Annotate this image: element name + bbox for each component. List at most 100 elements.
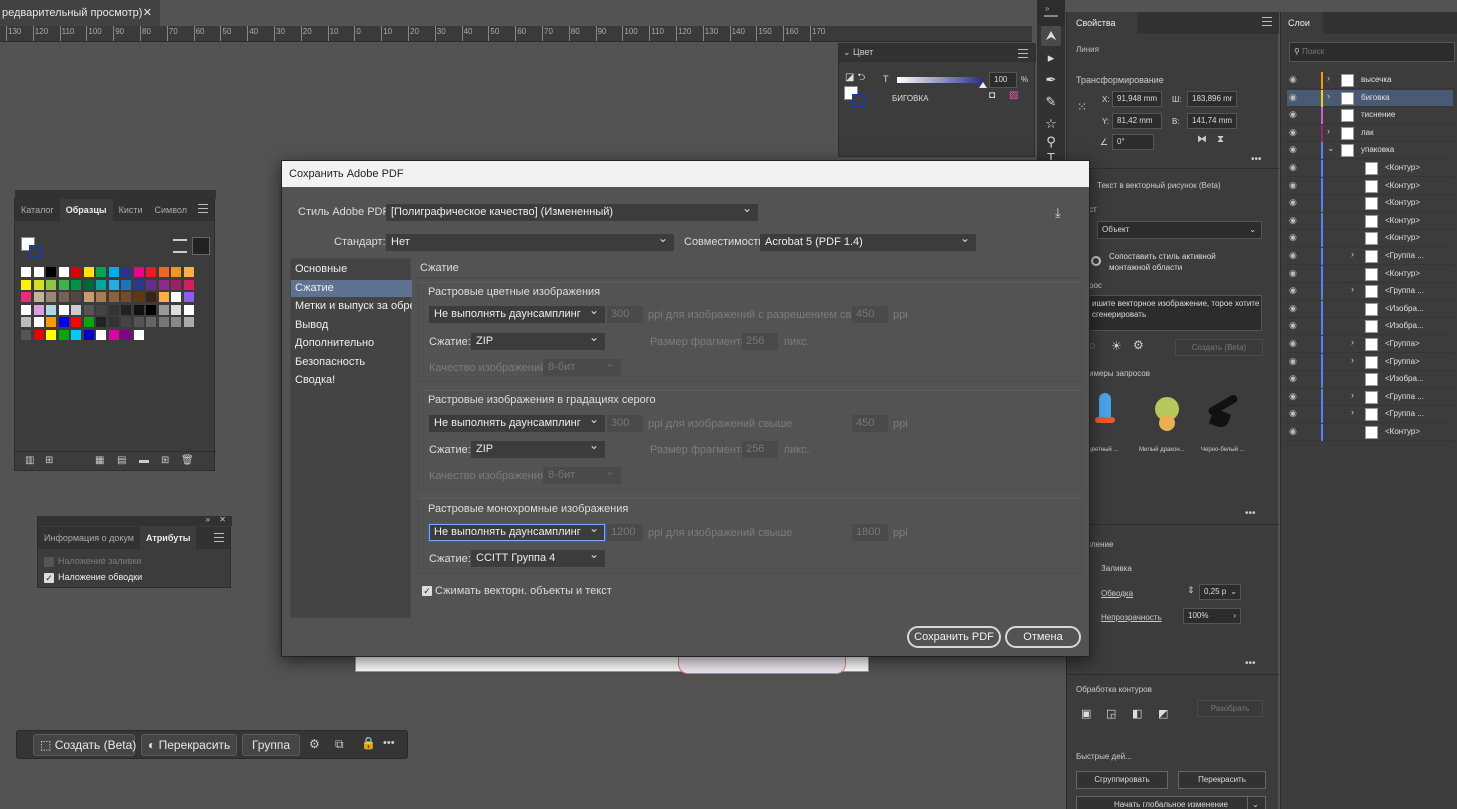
- visibility-eye-icon[interactable]: ◉: [1289, 373, 1297, 384]
- mono-ppi-field[interactable]: 1200: [607, 524, 643, 541]
- example-dragon-image[interactable]: [1147, 387, 1187, 435]
- swatch-chip[interactable]: [171, 304, 181, 315]
- example-bird-image[interactable]: [1201, 389, 1245, 433]
- stroke-stepper-icon[interactable]: ⇕: [1187, 585, 1195, 596]
- swatch-chip[interactable]: [171, 279, 181, 290]
- compatibility-select[interactable]: Acrobat 5 (PDF 1.4): [760, 234, 976, 251]
- fill-stroke-icon[interactable]: [21, 237, 43, 259]
- swatch-chip[interactable]: [58, 267, 69, 277]
- swatch-chip[interactable]: [108, 317, 119, 327]
- tint-slider[interactable]: [897, 77, 983, 83]
- swatch-chip[interactable]: [158, 304, 169, 315]
- color-ppi-field[interactable]: 300: [607, 306, 643, 323]
- swatch-chip[interactable]: [121, 329, 131, 340]
- more-options-icon[interactable]: •••: [1245, 508, 1256, 519]
- panel-menu-icon[interactable]: [198, 204, 208, 213]
- height-field[interactable]: 141,74 mm: [1187, 113, 1237, 129]
- expand-button[interactable]: Разобрать: [1197, 700, 1263, 717]
- opacity-field[interactable]: 100% ›: [1183, 608, 1241, 624]
- layer-row[interactable]: ◉ <Контур>: [1287, 212, 1453, 230]
- swatch-chip[interactable]: [121, 292, 131, 302]
- layer-row[interactable]: ◉ › <Группа ...: [1287, 283, 1453, 301]
- swatch-chip[interactable]: [171, 317, 181, 327]
- prompt-input[interactable]: ишите векторное изображение, торое хотит…: [1089, 295, 1262, 331]
- swatch-chip[interactable]: [58, 329, 69, 340]
- color-tile-field[interactable]: 256: [742, 333, 778, 350]
- swatch-chip[interactable]: [58, 317, 69, 327]
- document-tab[interactable]: редварительный просмотр) ✕: [0, 0, 160, 26]
- swatch-chip[interactable]: [46, 267, 56, 277]
- layer-row[interactable]: ◉ › лак: [1287, 124, 1453, 142]
- out-of-gamut-icon[interactable]: ◘: [989, 90, 995, 101]
- swatch-chip[interactable]: [33, 292, 44, 302]
- swatch-chip[interactable]: [46, 292, 56, 302]
- color-ppi-above-field[interactable]: 450: [852, 306, 888, 323]
- swatch-chip[interactable]: [71, 317, 81, 327]
- visibility-eye-icon[interactable]: ◉: [1289, 232, 1297, 243]
- match-style-radio[interactable]: [1091, 256, 1101, 266]
- swatch-kind-icon[interactable]: ⊞: [45, 455, 53, 466]
- swatch-chip[interactable]: [83, 304, 94, 315]
- settings-gear-icon[interactable]: ⚙: [309, 737, 320, 751]
- flip-horizontal-icon[interactable]: ⧓: [1197, 134, 1207, 145]
- swatch-chip[interactable]: [183, 279, 194, 290]
- swatches-tab[interactable]: Кисти: [113, 199, 149, 221]
- chevron-right-icon[interactable]: ›: [1327, 91, 1330, 101]
- collapse-icon[interactable]: »: [206, 515, 210, 524]
- color-quality-select[interactable]: 8-бит: [543, 359, 621, 376]
- layer-row[interactable]: ◉ <Контур>: [1287, 195, 1453, 213]
- color-compression-select[interactable]: ZIP: [471, 333, 605, 350]
- dialog-nav-item[interactable]: Сжатие: [291, 279, 412, 297]
- visibility-eye-icon[interactable]: ◉: [1289, 356, 1297, 367]
- star-tool-icon[interactable]: ☆: [1043, 116, 1059, 132]
- swatch-chip[interactable]: [121, 279, 131, 290]
- swatch-chip[interactable]: [158, 267, 169, 277]
- visibility-eye-icon[interactable]: ◉: [1289, 215, 1297, 226]
- tint-slider-handle[interactable]: [979, 82, 987, 88]
- swatch-chip[interactable]: [96, 292, 106, 302]
- swatch-chip[interactable]: [133, 329, 144, 340]
- close-icon[interactable]: ✕: [143, 0, 152, 26]
- swatch-chip[interactable]: [121, 304, 131, 315]
- grid-view-icon[interactable]: [192, 237, 210, 255]
- swatch-chip[interactable]: [146, 292, 156, 302]
- swatch-chip[interactable]: [21, 304, 31, 315]
- folder-icon[interactable]: ▬: [139, 455, 149, 466]
- chevron-down-icon[interactable]: ⌄: [1327, 143, 1335, 154]
- swatch-chip[interactable]: [46, 304, 56, 315]
- mono-downsample-select[interactable]: Не выполнять даунсамплинг: [429, 524, 605, 541]
- attributes-tab[interactable]: Информация о докум: [38, 527, 140, 549]
- gray-quality-select[interactable]: 8-бит: [543, 467, 621, 484]
- swatch-chip[interactable]: [33, 267, 44, 277]
- swatch-chip[interactable]: [96, 304, 106, 315]
- layer-row[interactable]: ◉ <Контур>: [1287, 160, 1453, 177]
- create-beta-button[interactable]: ⬚ Создать (Beta): [33, 734, 136, 756]
- visibility-eye-icon[interactable]: ◉: [1289, 74, 1297, 85]
- panel-menu-icon[interactable]: [214, 533, 224, 542]
- visibility-eye-icon[interactable]: ◉: [1289, 391, 1297, 402]
- brush-tool-icon[interactable]: ⚲: [1043, 134, 1059, 150]
- layer-row[interactable]: ◉ <Изобра...: [1287, 371, 1453, 389]
- swatch-chip[interactable]: [58, 292, 69, 302]
- panel-menu-icon[interactable]: [1262, 17, 1272, 26]
- visibility-eye-icon[interactable]: ◉: [1289, 180, 1297, 191]
- color-downsample-select[interactable]: Не выполнять даунсамплинг: [429, 306, 605, 323]
- group-button[interactable]: Сгруппировать: [1076, 771, 1168, 789]
- swatch-chip[interactable]: [121, 317, 131, 327]
- swatch-chip[interactable]: [46, 279, 56, 290]
- overprint-fill-checkbox[interactable]: [44, 557, 54, 567]
- layer-row[interactable]: ◉ › <Группа ...: [1287, 406, 1453, 424]
- visibility-eye-icon[interactable]: ◉: [1289, 338, 1297, 349]
- swatches-tab[interactable]: Символ: [149, 199, 193, 221]
- swatch-chip[interactable]: [183, 304, 194, 315]
- chevron-right-icon[interactable]: ›: [1351, 407, 1354, 417]
- swatches-tab[interactable]: Образцы: [59, 199, 113, 221]
- visibility-eye-icon[interactable]: ◉: [1289, 303, 1297, 314]
- swatch-chip[interactable]: [96, 329, 106, 340]
- save-preset-icon[interactable]: ⤓: [1055, 205, 1061, 221]
- layer-row[interactable]: ◉ › <Группа ...: [1287, 248, 1453, 265]
- layers-search-input[interactable]: ⚲ Поиск: [1289, 42, 1455, 62]
- arrange-icon[interactable]: ⧉: [335, 737, 344, 752]
- chevron-right-icon[interactable]: ›: [1351, 284, 1354, 294]
- swatch-chip[interactable]: [83, 267, 94, 277]
